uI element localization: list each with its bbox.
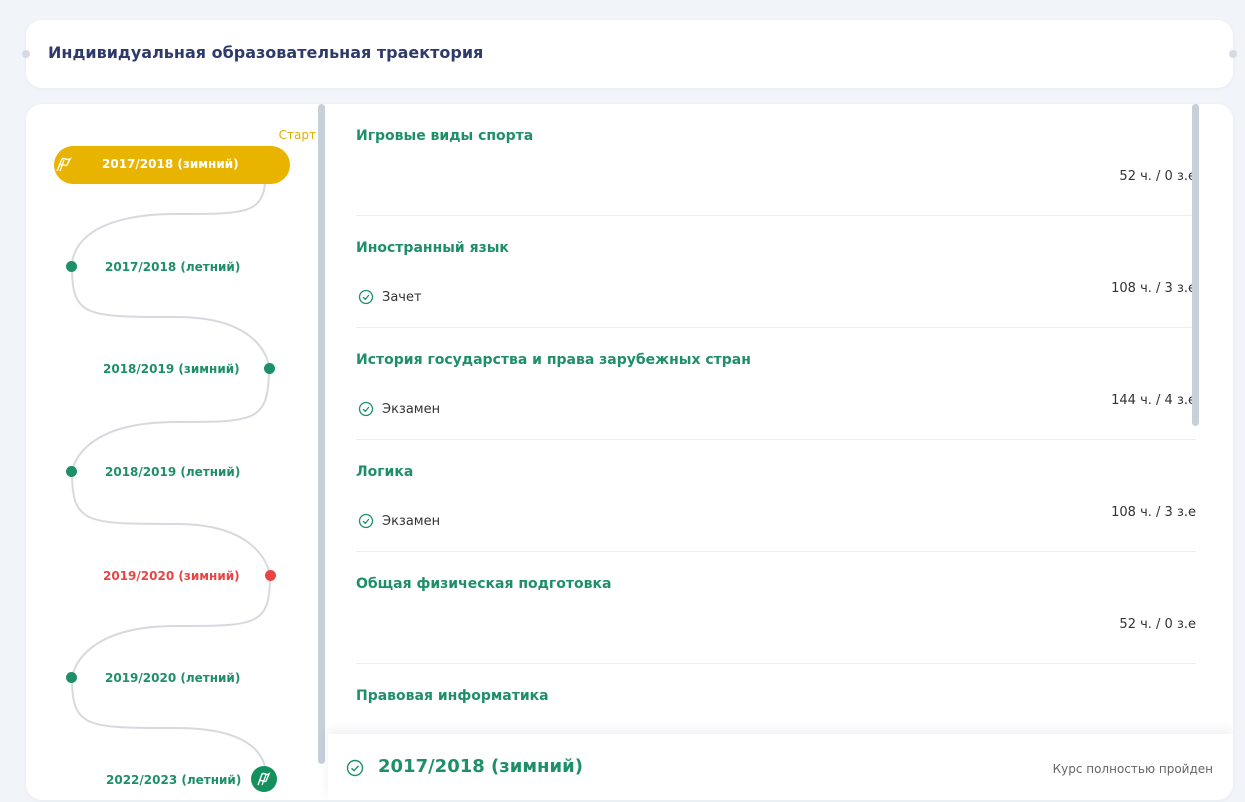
course-assessment: Зачет — [382, 290, 422, 305]
timeline-current-semester[interactable]: 2017/2018 (зимний) — [54, 146, 290, 184]
header-left-dot — [22, 50, 30, 58]
course-hours: 108 ч. / 3 з.е — [1111, 505, 1196, 520]
course-hours: 108 ч. / 3 з.е — [1111, 281, 1196, 296]
flag-icon — [56, 156, 72, 172]
course-hours: 52 ч. / 0 з.е — [1119, 617, 1196, 632]
current-semester-label: 2017/2018 (зимний) — [102, 157, 239, 171]
check-circle-icon — [358, 401, 374, 417]
finish-flag-icon — [251, 766, 277, 792]
course-item[interactable]: Игровые виды спорта 52 ч. / 0 з.е — [356, 104, 1196, 216]
check-circle-icon — [358, 513, 374, 529]
timeline-semester-item[interactable]: 2018/2019 (зимний) — [103, 362, 240, 376]
course-list: Игровые виды спорта 52 ч. / 0 з.е Иностр… — [328, 104, 1233, 800]
course-title[interactable]: Иностранный язык — [356, 240, 509, 256]
start-label: Старт — [278, 128, 316, 142]
timeline-node — [66, 672, 77, 683]
course-item[interactable]: Иностранный язык Зачет 108 ч. / 3 з.е — [356, 216, 1196, 328]
timeline-node — [66, 466, 77, 477]
course-hours: 144 ч. / 4 з.е — [1111, 393, 1196, 408]
timeline-semester-item[interactable]: 2019/2020 (летний) — [105, 671, 240, 685]
timeline-node — [66, 261, 77, 272]
timeline-node — [264, 363, 275, 374]
course-title[interactable]: Общая физическая подготовка — [356, 576, 611, 592]
course-title[interactable]: История государства и права зарубежных с… — [356, 352, 751, 368]
timeline-node-failed — [265, 570, 276, 581]
page-title: Индивидуальная образовательная траектори… — [48, 43, 484, 62]
course-item[interactable]: История государства и права зарубежных с… — [356, 328, 1196, 440]
semester-timeline: Старт 2017/2018 (зимний) 2017/2018 (летн… — [26, 104, 326, 800]
header-card: Индивидуальная образовательная траектори… — [26, 20, 1233, 88]
timeline-semester-item[interactable]: 2017/2018 (летний) — [105, 260, 240, 274]
course-item[interactable]: Логика Экзамен 108 ч. / 3 з.е — [356, 440, 1196, 552]
check-circle-icon — [346, 759, 364, 777]
header-right-dot — [1229, 50, 1237, 58]
timeline-semester-item[interactable]: 2018/2019 (летний) — [105, 465, 240, 479]
course-title[interactable]: Игровые виды спорта — [356, 128, 533, 144]
course-title[interactable]: Правовая информатика — [356, 688, 549, 704]
check-circle-icon — [358, 289, 374, 305]
course-title[interactable]: Логика — [356, 464, 413, 480]
course-assessment: Экзамен — [382, 402, 441, 417]
course-list-scrollbar[interactable] — [1192, 104, 1199, 426]
course-hours: 52 ч. / 0 з.е — [1119, 169, 1196, 184]
course-status-text: Курс полностью пройден — [1052, 762, 1213, 776]
timeline-path — [70, 163, 272, 777]
timeline-semester-item[interactable]: 2019/2020 (зимний) — [103, 569, 240, 583]
timeline-scrollbar[interactable] — [318, 104, 325, 764]
main-card: Старт 2017/2018 (зимний) 2017/2018 (летн… — [26, 104, 1233, 800]
course-item[interactable]: Общая физическая подготовка 52 ч. / 0 з.… — [356, 552, 1196, 664]
semester-summary-bar: 2017/2018 (зимний) Курс полностью пройде… — [328, 734, 1233, 800]
selected-semester-title: 2017/2018 (зимний) — [378, 756, 583, 777]
timeline-semester-item[interactable]: 2022/2023 (летний) — [106, 773, 241, 787]
course-assessment: Экзамен — [382, 514, 441, 529]
